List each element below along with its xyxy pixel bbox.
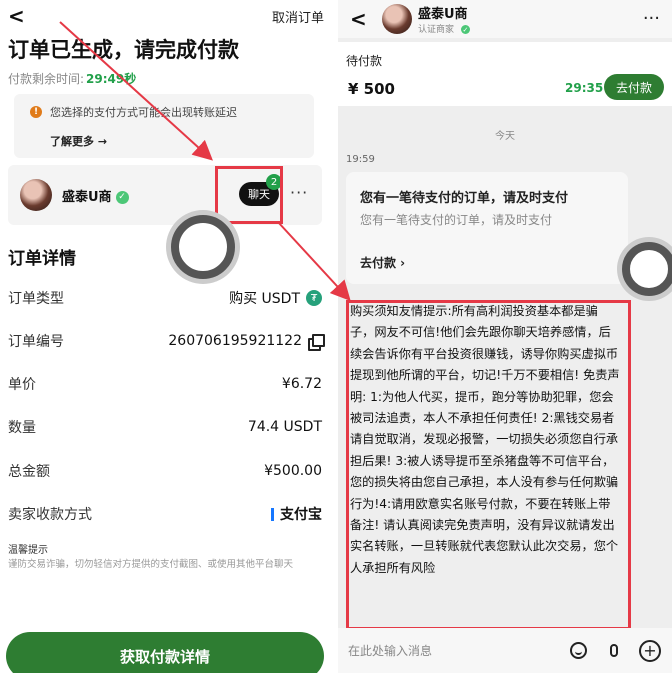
pending-timer: 29:35 [565, 81, 604, 95]
get-payment-details-button[interactable]: 获取付款详情 [6, 632, 324, 673]
detail-key: 单价 [8, 377, 36, 393]
avatar [382, 4, 412, 34]
payment-warning: ! 您选择的支付方式可能会出现转账延迟 了解更多 → [14, 94, 314, 158]
merchant-label: 认证商家 ✓ [418, 22, 470, 35]
timer-label: 付款剩余时间: [8, 72, 85, 86]
pending-label: 待付款 [346, 54, 383, 68]
verified-icon: ✓ [115, 190, 129, 204]
message-time: 19:59 [346, 154, 375, 165]
alipay-icon [271, 507, 274, 521]
detail-key: 卖家收款方式 [8, 507, 92, 523]
detail-row-price: 单价 ¥6.72 [8, 374, 322, 394]
tip-text: 谨防交易诈骗，切勿轻信对方提供的支付截图、或使用其他平台聊天 [8, 559, 294, 570]
detail-key: 订单编号 [8, 334, 64, 350]
seller-name: 盛泰U商 ✓ [62, 186, 129, 205]
detail-value: ¥500.00 [264, 463, 322, 479]
pending-payment-bar: 待付款 ¥ 500 29:35 去付款 [338, 42, 672, 106]
detail-value: 260706195921122 [168, 333, 302, 349]
tether-icon: ₮ [306, 290, 322, 306]
pending-amount: ¥ 500 [348, 80, 395, 98]
touch-indicator [171, 215, 235, 279]
warning-text: 您选择的支付方式可能会出现转账延迟 [50, 106, 237, 119]
chat-header: < 盛泰U商 认证商家 ✓ ··· [338, 0, 672, 38]
avatar [20, 179, 52, 211]
annotation-box-message [346, 300, 631, 630]
back-icon[interactable]: < [350, 7, 370, 31]
detail-value: ¥6.72 [281, 376, 322, 392]
date-divider: 今天 [495, 131, 515, 142]
payment-timer: 付款剩余时间: 29:49秒 [8, 70, 136, 87]
order-reminder-card: 您有一笔待支付的订单，请及时支付 您有一笔待支付的订单，请及时支付 去付款 › [346, 172, 628, 284]
detail-row-quantity: 数量 74.4 USDT [8, 417, 322, 437]
detail-row-type: 订单类型 购买 USDT ₮ [8, 288, 322, 308]
go-pay-button[interactable]: 去付款 [604, 74, 664, 100]
emoji-icon[interactable] [566, 639, 590, 663]
message-input-bar: 在此处输入消息 + [338, 628, 672, 673]
card-pay-link[interactable]: 去付款 › [360, 254, 405, 271]
detail-value: 74.4 USDT [247, 419, 322, 435]
annotation-box-chat [215, 166, 283, 224]
chat-contact-name: 盛泰U商 [418, 7, 468, 22]
touch-indicator [622, 242, 672, 296]
merchant-label-text: 认证商家 [418, 25, 455, 35]
message-input[interactable]: 在此处输入消息 [348, 642, 554, 659]
verified-icon: ✓ [460, 25, 470, 34]
detail-row-total: 总金额 ¥500.00 [8, 461, 322, 481]
detail-key: 订单类型 [8, 291, 64, 307]
detail-key: 数量 [8, 420, 36, 436]
card-subtitle: 您有一笔待支付的订单，请及时支付 [360, 213, 553, 227]
mic-icon[interactable] [602, 639, 626, 663]
detail-key: 总金额 [8, 464, 50, 480]
plus-icon[interactable]: + [638, 639, 662, 663]
page-title: 订单已生成，请完成付款 [8, 38, 239, 62]
learn-more-link[interactable]: 了解更多 → [50, 133, 304, 149]
detail-row-order-number: 订单编号 260706195921122 [8, 331, 325, 351]
more-icon[interactable]: ··· [290, 183, 308, 202]
order-page: < 取消订单 订单已生成，请完成付款 付款剩余时间: 29:49秒 ! 您选择的支… [0, 0, 334, 673]
warning-icon: ! [30, 106, 42, 118]
detail-value: 支付宝 [280, 507, 322, 523]
cancel-order-button[interactable]: 取消订单 [272, 7, 324, 26]
card-title: 您有一笔待支付的订单，请及时支付 [360, 191, 569, 206]
tip-title: 温馨提示 [8, 545, 48, 556]
timer-value: 29:49秒 [86, 72, 137, 86]
more-icon[interactable]: ··· [643, 8, 660, 29]
copy-icon[interactable] [308, 334, 325, 351]
detail-row-payment-method: 卖家收款方式 支付宝 [8, 504, 322, 524]
seller-name-text: 盛泰U商 [62, 189, 112, 205]
order-topbar: < 取消订单 [8, 4, 324, 28]
back-icon[interactable]: < [8, 4, 28, 28]
detail-value: 购买 USDT [229, 291, 300, 307]
details-title: 订单详情 [8, 249, 76, 269]
chat-page: < 盛泰U商 认证商家 ✓ ··· 待付款 ¥ 500 29:35 去付款 今天… [338, 0, 672, 673]
